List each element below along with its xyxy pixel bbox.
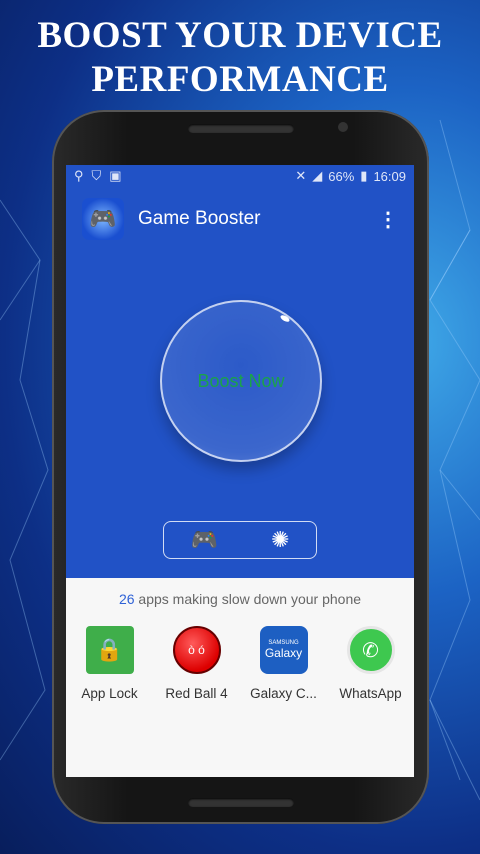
whatsapp-icon: ✆ bbox=[346, 626, 395, 674]
app-item-whatsapp[interactable]: ✆ WhatsApp bbox=[330, 626, 412, 701]
mode-toggle: 🎮 ✺ bbox=[163, 521, 317, 559]
app-item-red-ball-4[interactable]: ò ó Red Ball 4 bbox=[156, 626, 238, 701]
app-title: Game Booster bbox=[138, 208, 261, 229]
red-ball-icon: ò ó bbox=[172, 626, 221, 674]
signal-icon: ◢ bbox=[312, 168, 323, 183]
summary-text: apps making slow down your phone bbox=[134, 591, 362, 607]
mute-icon: ✕ bbox=[295, 168, 307, 183]
app-screen: ⚲ ⛉ ▣ ✕ ◢ 66% ▮ 16:09 🎮 Game Booster ⋮ Boost N… bbox=[66, 165, 414, 777]
gamepad-icon[interactable]: 🎮 bbox=[191, 527, 218, 553]
shield-icon: ⛉ bbox=[91, 168, 102, 183]
bottom-speaker bbox=[188, 798, 294, 807]
boost-now-label: Boost Now bbox=[197, 370, 285, 391]
image-icon: ▣ bbox=[109, 168, 122, 183]
app-item-galaxy[interactable]: SAMSUNG Galaxy Galaxy C... bbox=[243, 626, 325, 701]
more-options-icon[interactable]: ⋮ bbox=[378, 207, 398, 232]
app-bar: 🎮 Game Booster ⋮ bbox=[66, 187, 414, 251]
app-label: WhatsApp bbox=[339, 686, 402, 701]
battery-icon: ▮ bbox=[360, 168, 368, 183]
clock: 16:09 bbox=[373, 168, 406, 184]
app-item-app-lock[interactable]: 🔒 App Lock bbox=[69, 626, 151, 701]
slow-apps-summary: 26 apps making slow down your phone bbox=[66, 591, 414, 607]
game-booster-logo-icon: 🎮 bbox=[82, 198, 124, 240]
app-lock-icon: 🔒 bbox=[85, 626, 134, 674]
slow-apps-count: 26 bbox=[118, 591, 135, 607]
headline-line-2: PERFORMANCE bbox=[91, 59, 389, 100]
boost-now-button[interactable]: Boost Now bbox=[160, 300, 322, 462]
headline: BOOST YOUR DEVICE PERFORMANCE bbox=[0, 14, 480, 102]
earpiece bbox=[188, 124, 294, 133]
front-camera bbox=[338, 122, 348, 132]
boost-panel: ⚲ ⛉ ▣ ✕ ◢ 66% ▮ 16:09 🎮 Game Booster ⋮ Boost N… bbox=[66, 165, 414, 578]
app-label: App Lock bbox=[81, 686, 138, 701]
usb-icon: ⚲ bbox=[74, 168, 84, 183]
samsung-galaxy-icon: SAMSUNG Galaxy bbox=[259, 626, 308, 674]
headline-line-1: BOOST YOUR DEVICE bbox=[37, 15, 443, 56]
app-label: Red Ball 4 bbox=[165, 686, 228, 701]
bubble-highlight bbox=[279, 313, 291, 324]
app-list: 🔒 App Lock ò ó Red Ball 4 SAMSUNG Galaxy Gal… bbox=[66, 626, 414, 701]
icon-text: Galaxy bbox=[264, 646, 303, 660]
battery-level: 66% bbox=[328, 168, 355, 184]
fan-icon[interactable]: ✺ bbox=[271, 527, 289, 553]
app-label: Galaxy C... bbox=[250, 686, 317, 701]
status-bar: ⚲ ⛉ ▣ ✕ ◢ 66% ▮ 16:09 bbox=[66, 165, 414, 187]
